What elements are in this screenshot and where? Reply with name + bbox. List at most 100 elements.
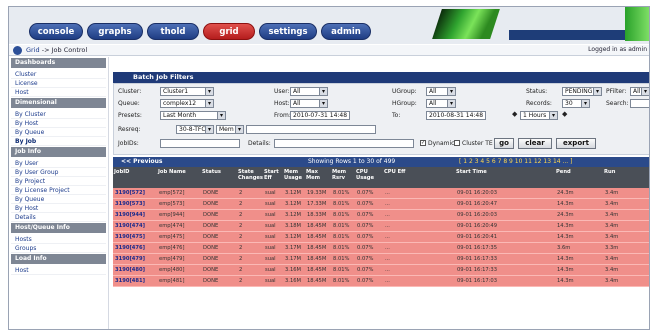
sidebar-item-job-by-host[interactable]: By Host [11,204,106,213]
ugroup-select[interactable]: All [426,87,456,96]
cell-jobid[interactable]: 3190[481] [113,276,157,286]
records-select[interactable]: 30 [562,99,590,108]
page-links[interactable]: [ 1 2 3 4 5 6 7 8 9 10 11 12 13 14 ... ] [459,157,572,167]
cell-cpu-eff: ... [385,278,390,284]
table-row[interactable]: 3190[476] emp[476] DONE 2 sual 3.17M 18.45M 8.0… [113,243,649,254]
interval-select[interactable]: 1 Hours [520,111,558,120]
tab-settings[interactable]: settings [259,23,317,40]
tab-grid[interactable]: grid [203,23,255,40]
cell-cpu-eff: ... [385,223,390,229]
table-row[interactable]: 3190[479] emp[479] DONE 2 sual 3.17M 18.45M 8.0… [113,254,649,265]
table-row[interactable]: 3190[475] emp[475] DONE 2 sual 3.12M 18.45M 8.0… [113,232,649,243]
shift-forward-icon[interactable]: ◆ [562,110,567,118]
from-date-input[interactable]: 2010-07-31 14:48 [290,111,350,120]
col-header-job-name[interactable]: Job Name [157,167,201,188]
status-select[interactable]: PENDING [562,87,602,96]
cell-mem-rsrv: 8.01% [333,190,350,196]
hgroup-select[interactable]: All [426,99,456,108]
resreq-select[interactable]: 30-8-TFC [176,125,214,134]
sidebar-item-cluster[interactable]: Cluster [11,70,106,79]
sidebar-item-license[interactable]: License [11,79,106,88]
sidebar-item-host[interactable]: Host [11,88,106,97]
sidebar-item-groups[interactable]: Groups [11,244,106,253]
shift-back-icon[interactable]: ◆ [512,110,517,118]
table-row[interactable]: 3190[944] emp[944] DONE 2 sual 3.12M 18.33M 8.0… [113,210,649,221]
dynamic-checkbox[interactable]: ✓ [420,140,426,146]
host-select[interactable]: All [290,99,328,108]
sidebar-item-by-project[interactable]: By Project [11,177,106,186]
cell-jobid[interactable]: 3190[476] [113,243,157,253]
queue-select[interactable]: complex12 [160,99,214,108]
tab-thold[interactable]: thold [147,23,199,40]
col-header-state-changes[interactable]: State Changes [237,167,263,188]
sidebar-item-by-queue[interactable]: By Queue [11,128,106,137]
cell-jobid[interactable]: 3190[474] [113,221,157,231]
col-header-run[interactable]: Run [603,167,641,188]
table-row[interactable]: 3190[572] emp[572] DONE 2 sual 3.12M 19.33M 8.0… [113,188,649,199]
col-header-mem-usage[interactable]: Mem Usage [283,167,305,188]
table-row[interactable]: 3190[573] emp[573] DONE 2 sual 3.12M 17.33M 8.0… [113,199,649,210]
col-header-start-time[interactable]: Start Time [455,167,555,188]
cell-start-time: 09-01 16:17:03 [457,278,498,284]
clear-button[interactable]: clear [518,138,552,149]
details-input[interactable] [274,139,414,148]
cell-jobid[interactable]: 3190[480] [113,265,157,275]
previous-page-link[interactable]: << Previous [121,157,163,167]
cell-run: 3.4m [605,190,619,196]
col-header-cpu-usage[interactable]: CPU Usage [355,167,383,188]
cell-mem-rsrv: 8.01% [333,267,350,273]
col-header-max-mem[interactable]: Max Mem [305,167,331,188]
to-date-input[interactable]: 2010-08-31 14:48 [426,111,486,120]
sidebar-item-job-by-queue[interactable]: By Queue [11,195,106,204]
cell-cpu-eff: ... [385,256,390,262]
cell-cpu-usage: 0.07% [357,245,374,251]
jobids-input[interactable] [160,139,240,148]
cell-jobid[interactable]: 3190[944] [113,210,157,220]
cell-jobid[interactable]: 3190[573] [113,199,157,209]
sidebar-item-by-job[interactable]: By Job [11,137,106,146]
pfilter-select[interactable]: All [630,87,649,96]
sidebar-item-hosts[interactable]: Hosts [11,235,106,244]
cell-jobid[interactable]: 3190[572] [113,188,157,198]
col-header-pend[interactable]: Pend [555,167,603,188]
table-row[interactable]: 3190[480] emp[480] DONE 2 sual 3.16M 18.45M 8.0… [113,265,649,276]
cell-max-mem: 18.45M [307,267,327,273]
search-input[interactable] [630,99,649,108]
cell-cpu-eff: ... [385,245,390,251]
cell-status: DONE [203,267,219,273]
presets-select[interactable]: Last Month [160,111,226,120]
sidebar-item-by-user[interactable]: By User [11,159,106,168]
sidebar-item-by-cluster[interactable]: By Cluster [11,110,106,119]
resreq-input[interactable] [246,125,376,134]
sidebar-item-details[interactable]: Details [11,213,106,222]
home-icon[interactable] [13,46,22,55]
cell-run: 3.4m [605,278,619,284]
sidebar-item-by-user-group[interactable]: By User Group [11,168,106,177]
cluster-te-checkbox[interactable] [454,140,460,146]
table-row[interactable]: 3190[474] emp[474] DONE 2 sual 3.18M 18.45M 8.0… [113,221,649,232]
export-button[interactable]: export [556,138,596,149]
col-header-jobid[interactable]: JobID [113,167,157,188]
col-header-mem-rsrv[interactable]: Mem Rsrv [331,167,355,188]
sidebar-item-by-license-project[interactable]: By License Project [11,186,106,195]
tab-graphs[interactable]: graphs [87,23,143,40]
tab-console[interactable]: console [29,23,83,40]
cell-jobid[interactable]: 3190[475] [113,232,157,242]
col-header-start-eff[interactable]: Start Eff [263,167,283,188]
table-row[interactable]: 3190[481] emp[481] DONE 2 sual 3.16M 18.45M 8.0… [113,276,649,287]
table-body: 3190[572] emp[572] DONE 2 sual 3.12M 19.33M 8.0… [113,188,649,287]
resreq-operator-select[interactable]: Mem [216,125,244,134]
breadcrumb-home[interactable]: Grid [26,46,40,54]
cell-jobid[interactable]: 3190[479] [113,254,157,264]
cell-pend: 14.3m [557,223,574,229]
cell-cpu-eff: ... [385,201,390,207]
go-button[interactable]: go [494,138,514,149]
user-select[interactable]: All [290,87,328,96]
cluster-select[interactable]: Cluster1 [160,87,214,96]
sidebar-item-load-host[interactable]: Host [11,266,106,275]
queue-label: Queue: [118,100,140,107]
sidebar-item-by-host[interactable]: By Host [11,119,106,128]
col-header-status[interactable]: Status [201,167,237,188]
tab-admin[interactable]: admin [321,23,371,40]
col-header-cpu-eff[interactable]: CPU Eff [383,167,455,188]
